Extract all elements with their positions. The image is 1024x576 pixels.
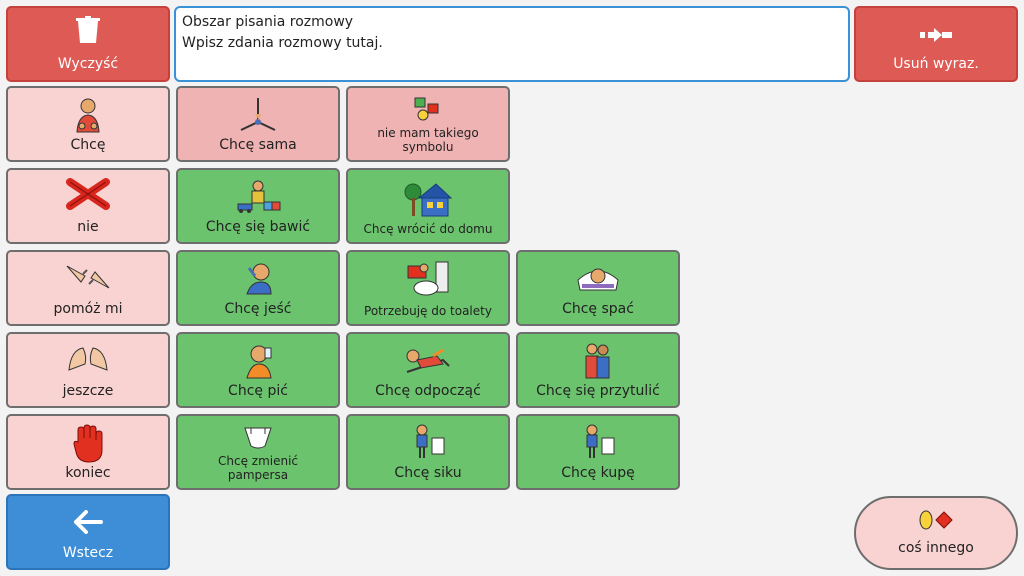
toilet-icon xyxy=(348,260,508,298)
toilet-sitting-icon xyxy=(348,424,508,462)
something-else-label: coś innego xyxy=(898,540,974,556)
want-button[interactable]: Chcę xyxy=(6,86,170,162)
help-button[interactable]: pomóż mi xyxy=(6,250,170,326)
toys-icon xyxy=(178,178,338,214)
want-alone-label: Chcę sama xyxy=(219,137,297,153)
trash-icon xyxy=(8,16,168,44)
want-person-icon xyxy=(8,96,168,136)
message-line-2: Wpisz zdania rozmowy tutaj. xyxy=(182,35,383,51)
arrow-left-icon xyxy=(8,510,168,534)
rest-label: Chcę odpocząć xyxy=(375,383,481,399)
drink-button[interactable]: Chcę pić xyxy=(176,332,340,408)
no-symbol-label: nie mam takiego symbolu xyxy=(377,126,479,154)
back-label: Wstecz xyxy=(62,545,114,561)
hugging-people-icon xyxy=(518,342,678,380)
go-home-button[interactable]: Chcę wrócić do domu xyxy=(346,168,510,244)
no-symbol-button[interactable]: nie mam takiego symbolu xyxy=(346,86,510,162)
sleeping-person-icon xyxy=(518,260,678,294)
play-label: Chcę się bawić xyxy=(205,219,311,235)
sleep-label: Chcę spać xyxy=(562,301,634,317)
no-label: nie xyxy=(77,219,99,235)
diaper-label: Chcę zmienić pampersa xyxy=(217,454,299,482)
more-hands-icon xyxy=(8,342,168,374)
delete-word-label: Usuń wyraz. xyxy=(893,56,979,72)
drink-label: Chcę pić xyxy=(228,383,288,399)
message-line-1: Obszar pisania rozmowy xyxy=(182,14,354,30)
more-button[interactable]: jeszcze xyxy=(6,332,170,408)
more-label: jeszcze xyxy=(62,383,114,399)
message-text-area[interactable]: Obszar pisania rozmowy Wpisz zdania rozm… xyxy=(174,6,850,82)
clear-button[interactable]: Wyczyść xyxy=(6,6,170,82)
red-x-icon xyxy=(8,178,168,210)
something-else-button[interactable]: coś innego xyxy=(854,496,1018,570)
poop-button[interactable]: Chcę kupę xyxy=(516,414,680,490)
yellow-red-shapes-icon xyxy=(918,510,954,534)
stop-label: koniec xyxy=(65,465,111,481)
delete-word-button[interactable]: Usuń wyraz. xyxy=(854,6,1018,82)
resting-person-icon xyxy=(348,342,508,378)
want-alone-button[interactable]: Chcę sama xyxy=(176,86,340,162)
alone-figure-icon xyxy=(178,96,338,134)
eat-label: Chcę jeść xyxy=(224,301,292,317)
go-home-label: Chcę wrócić do domu xyxy=(363,222,493,236)
hug-button[interactable]: Chcę się przytulić xyxy=(516,332,680,408)
no-button[interactable]: nie xyxy=(6,168,170,244)
help-label: pomóż mi xyxy=(53,301,123,317)
hug-label: Chcę się przytulić xyxy=(536,383,660,399)
rest-button[interactable]: Chcę odpocząć xyxy=(346,332,510,408)
pee-button[interactable]: Chcę siku xyxy=(346,414,510,490)
house-icon xyxy=(348,178,508,218)
play-button[interactable]: Chcę się bawić xyxy=(176,168,340,244)
stop-button[interactable]: koniec xyxy=(6,414,170,490)
toilet-button[interactable]: Potrzebuję do toalety xyxy=(346,250,510,326)
diaper-icon xyxy=(178,424,338,450)
pee-label: Chcę siku xyxy=(394,465,462,481)
helping-hands-icon xyxy=(8,260,168,294)
clear-label: Wyczyść xyxy=(57,56,119,72)
want-label: Chcę xyxy=(70,137,106,153)
toilet-label: Potrzebuję do toalety xyxy=(364,304,492,318)
red-hand-stop-icon xyxy=(8,424,168,464)
eating-person-icon xyxy=(178,260,338,296)
eat-button[interactable]: Chcę jeść xyxy=(176,250,340,326)
diaper-button[interactable]: Chcę zmienić pampersa xyxy=(176,414,340,490)
symbols-icon xyxy=(348,96,508,122)
drinking-person-icon xyxy=(178,342,338,380)
sleep-button[interactable]: Chcę spać xyxy=(516,250,680,326)
back-button[interactable]: Wstecz xyxy=(6,494,170,570)
poop-label: Chcę kupę xyxy=(561,465,635,481)
toilet-sitting-icon-2 xyxy=(518,424,678,462)
backspace-arrow-icon xyxy=(856,26,1016,44)
